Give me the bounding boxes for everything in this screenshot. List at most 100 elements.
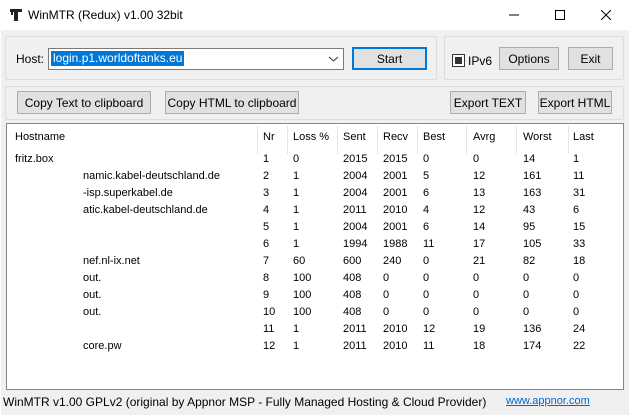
cell-nr: 1 bbox=[263, 153, 270, 165]
cell-hostname: namic.kabel-deutschland.de bbox=[83, 170, 220, 182]
cell-sent: 408 bbox=[343, 289, 362, 301]
close-button[interactable] bbox=[583, 0, 629, 30]
export-html-button[interactable]: Export HTML bbox=[538, 91, 612, 114]
cell-sent: 2004 bbox=[343, 170, 368, 182]
cell-loss: 1 bbox=[293, 204, 300, 216]
cell-hostname: atic.kabel-deutschland.de bbox=[83, 204, 208, 216]
cell-last: 11 bbox=[573, 170, 585, 182]
minimize-icon bbox=[509, 14, 519, 16]
cell-loss: 1 bbox=[293, 323, 300, 335]
cell-nr: 10 bbox=[263, 306, 276, 318]
cell-sent: 408 bbox=[343, 272, 362, 284]
cell-loss: 1 bbox=[293, 187, 300, 199]
cell-loss: 1 bbox=[293, 340, 300, 352]
results-table[interactable]: Hostname Nr Loss % Sent Recv Best Avrg W… bbox=[6, 123, 624, 390]
column-header-best[interactable]: Best bbox=[423, 131, 445, 143]
cell-worst: 43 bbox=[523, 204, 536, 216]
cell-sent: 2011 bbox=[343, 204, 367, 216]
table-row[interactable]: nef.nl-ix.net 7 60 600 240 0 21 82 18 bbox=[7, 254, 623, 271]
column-header-worst[interactable]: Worst bbox=[523, 131, 552, 143]
cell-hostname: fritz.box bbox=[15, 153, 54, 165]
cell-recv: 1988 bbox=[383, 238, 408, 250]
cell-loss: 60 bbox=[293, 255, 306, 267]
cell-hostname: -isp.superkabel.de bbox=[83, 187, 173, 199]
chevron-down-icon bbox=[328, 56, 339, 62]
cell-last: 0 bbox=[573, 272, 580, 284]
cell-worst: 136 bbox=[523, 323, 542, 335]
maximize-button[interactable] bbox=[537, 0, 583, 30]
column-divider[interactable] bbox=[257, 126, 258, 154]
table-row[interactable]: out. 9 100 408 0 0 0 0 0 bbox=[7, 288, 623, 305]
cell-last: 0 bbox=[573, 289, 580, 301]
client-area: Host: login.p1.worldoftanks.eu Start IPv… bbox=[1, 30, 629, 415]
column-divider[interactable] bbox=[516, 126, 517, 154]
column-divider[interactable] bbox=[287, 126, 288, 154]
cell-best: 0 bbox=[423, 272, 430, 284]
column-divider[interactable] bbox=[568, 126, 569, 154]
table-row[interactable]: atic.kabel-deutschland.de 4 1 2011 2010 … bbox=[7, 203, 623, 220]
cell-last: 6 bbox=[573, 204, 580, 216]
copy-text-button[interactable]: Copy Text to clipboard bbox=[17, 91, 151, 114]
cell-recv: 0 bbox=[383, 272, 390, 284]
appnor-link[interactable]: www.appnor.com bbox=[506, 395, 590, 407]
column-header-nr[interactable]: Nr bbox=[263, 131, 275, 143]
cell-recv: 0 bbox=[383, 306, 390, 318]
cell-recv: 2001 bbox=[383, 170, 408, 182]
cell-last: 31 bbox=[573, 187, 586, 199]
copy-html-button[interactable]: Copy HTML to clipboard bbox=[165, 91, 299, 114]
cell-avrg: 0 bbox=[473, 289, 480, 301]
column-divider[interactable] bbox=[417, 126, 418, 154]
ipv6-checkbox[interactable] bbox=[452, 54, 465, 67]
cell-recv: 2001 bbox=[383, 221, 408, 233]
cell-nr: 12 bbox=[263, 340, 276, 352]
cell-worst: 174 bbox=[523, 340, 542, 352]
cell-best: 11 bbox=[423, 340, 435, 352]
table-row[interactable]: -isp.superkabel.de 3 1 2004 2001 6 13 16… bbox=[7, 186, 623, 203]
cell-avrg: 0 bbox=[473, 153, 480, 165]
cell-worst: 95 bbox=[523, 221, 536, 233]
column-header-sent[interactable]: Sent bbox=[343, 131, 366, 143]
host-combobox[interactable]: login.p1.worldoftanks.eu bbox=[48, 48, 344, 70]
cell-avrg: 0 bbox=[473, 272, 480, 284]
cell-avrg: 13 bbox=[473, 187, 486, 199]
table-row[interactable]: 11 1 2011 2010 12 19 136 24 bbox=[7, 322, 623, 339]
column-header-hostname[interactable]: Hostname bbox=[15, 131, 65, 143]
host-input-value[interactable]: login.p1.worldoftanks.eu bbox=[51, 51, 185, 66]
combo-dropdown-button[interactable] bbox=[325, 50, 342, 68]
cell-last: 1 bbox=[573, 153, 580, 165]
cell-nr: 2 bbox=[263, 170, 270, 182]
column-header-recv[interactable]: Recv bbox=[383, 131, 408, 143]
table-row[interactable]: core.pw 12 1 2011 2010 11 18 174 22 bbox=[7, 339, 623, 356]
minimize-button[interactable] bbox=[491, 0, 537, 30]
app-icon bbox=[10, 9, 22, 21]
cell-recv: 2001 bbox=[383, 187, 408, 199]
column-header-avrg[interactable]: Avrg bbox=[473, 131, 495, 143]
table-row[interactable]: out. 8 100 408 0 0 0 0 0 bbox=[7, 271, 623, 288]
column-header-loss[interactable]: Loss % bbox=[293, 131, 329, 143]
column-divider[interactable] bbox=[337, 126, 338, 154]
host-label: Host: bbox=[16, 52, 45, 66]
cell-hostname: nef.nl-ix.net bbox=[83, 255, 140, 267]
cell-loss: 1 bbox=[293, 221, 300, 233]
export-text-button[interactable]: Export TEXT bbox=[450, 91, 526, 114]
table-row[interactable]: out. 10 100 408 0 0 0 0 0 bbox=[7, 305, 623, 322]
start-button[interactable]: Start bbox=[352, 47, 427, 70]
exit-button[interactable]: Exit bbox=[568, 47, 613, 70]
cell-nr: 4 bbox=[263, 204, 270, 216]
cell-avrg: 14 bbox=[473, 221, 486, 233]
cell-last: 33 bbox=[573, 238, 586, 250]
cell-recv: 2010 bbox=[383, 323, 408, 335]
table-row[interactable]: 5 1 2004 2001 6 14 95 15 bbox=[7, 220, 623, 237]
column-divider[interactable] bbox=[377, 126, 378, 154]
cell-avrg: 17 bbox=[473, 238, 486, 250]
cell-best: 12 bbox=[423, 323, 436, 335]
table-row[interactable]: 6 1 1994 1988 11 17 105 33 bbox=[7, 237, 623, 254]
column-divider[interactable] bbox=[466, 126, 467, 154]
table-row[interactable]: fritz.box 1 0 2015 2015 0 0 14 1 bbox=[7, 152, 623, 169]
cell-best: 4 bbox=[423, 204, 430, 216]
table-row[interactable]: namic.kabel-deutschland.de 2 1 2004 2001… bbox=[7, 169, 623, 186]
cell-best: 0 bbox=[423, 306, 430, 318]
cell-avrg: 12 bbox=[473, 170, 486, 182]
column-header-last[interactable]: Last bbox=[573, 131, 594, 143]
options-button[interactable]: Options bbox=[499, 47, 559, 70]
